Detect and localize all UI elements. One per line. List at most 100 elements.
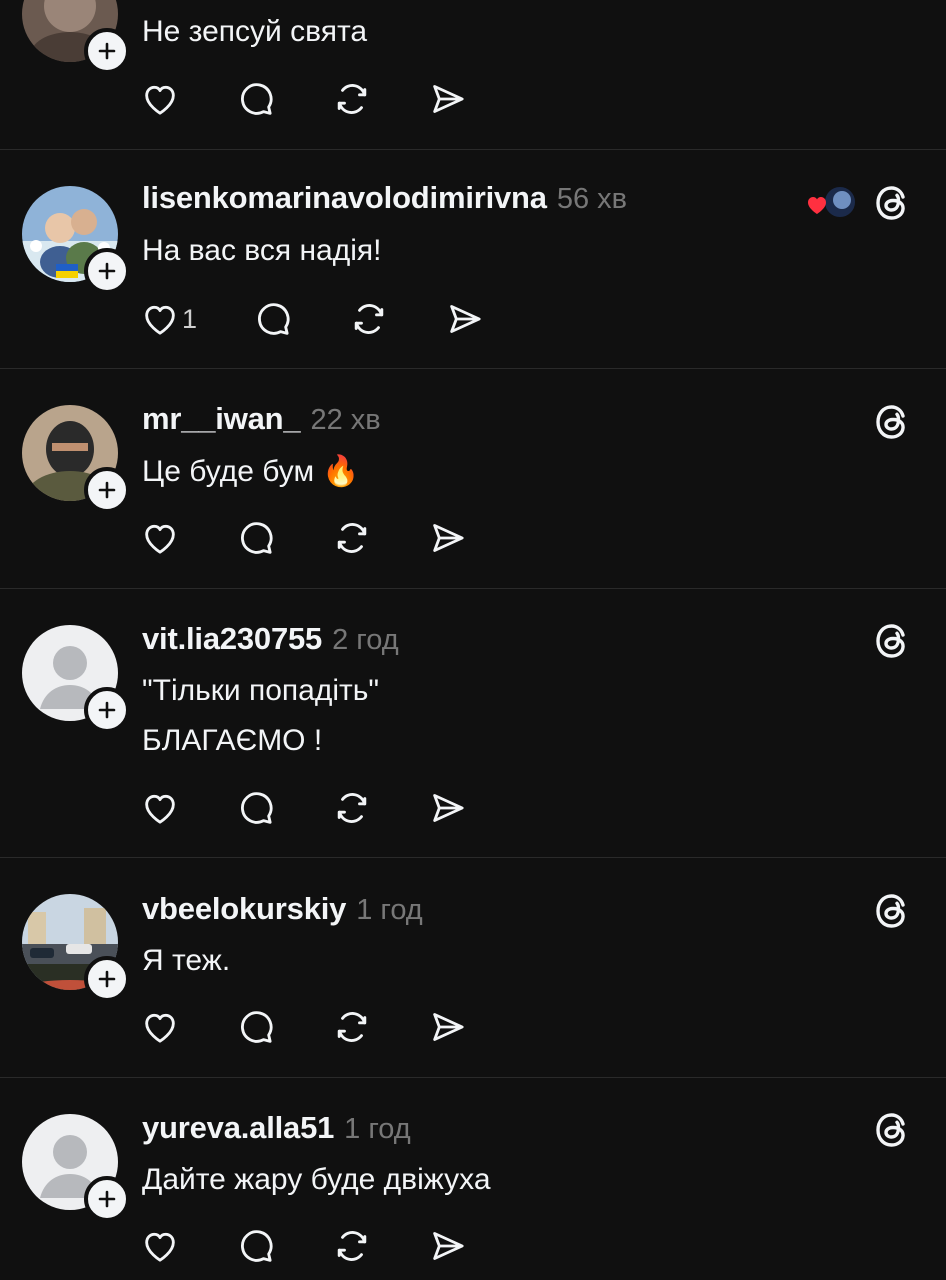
speech-bubble-icon bbox=[236, 1226, 276, 1266]
like-count: 1 bbox=[182, 303, 198, 334]
repost-button[interactable] bbox=[332, 788, 372, 828]
paper-plane-icon bbox=[445, 299, 485, 339]
post-text-line: "Тільки попадіть" bbox=[142, 674, 380, 707]
post-text: Я теж. bbox=[142, 944, 231, 977]
like-button[interactable] bbox=[140, 788, 180, 828]
share-button[interactable] bbox=[428, 1226, 468, 1266]
post-text: Це буде бум 🔥 bbox=[142, 455, 360, 488]
post-text-line: БЛАГАЄМО ! bbox=[142, 724, 323, 757]
timestamp: 1 год bbox=[344, 1113, 411, 1145]
like-button[interactable] bbox=[140, 79, 180, 119]
follow-plus-icon[interactable] bbox=[84, 956, 130, 1002]
divider bbox=[0, 588, 946, 589]
repost-icon bbox=[332, 1226, 372, 1266]
repost-icon bbox=[349, 299, 389, 339]
timestamp: 1 год bbox=[356, 894, 423, 926]
avatar[interactable] bbox=[22, 405, 130, 513]
post-actions bbox=[140, 1224, 524, 1268]
repost-button[interactable] bbox=[332, 79, 372, 119]
speech-bubble-icon bbox=[236, 518, 276, 558]
post-header: lisenkomarinavolodimirivna 56 хв bbox=[142, 180, 627, 220]
timestamp: 22 хв bbox=[310, 404, 381, 436]
paper-plane-icon bbox=[428, 518, 468, 558]
reply-button[interactable] bbox=[236, 1007, 276, 1047]
post-text: На вас вся надія! bbox=[142, 234, 382, 267]
post-header: mr__iwan_ 22 хв bbox=[142, 401, 381, 441]
post-actions bbox=[140, 77, 524, 121]
repost-button[interactable] bbox=[332, 1226, 372, 1266]
heart-icon bbox=[140, 788, 180, 828]
avatar[interactable] bbox=[22, 0, 130, 74]
like-button[interactable] bbox=[140, 518, 180, 558]
post-header: yureva.alla51 1 год bbox=[142, 1110, 411, 1150]
username[interactable]: vit.lia230755 bbox=[142, 621, 322, 657]
share-button[interactable] bbox=[445, 299, 485, 339]
post-header: vbeelokurskiy 1 год bbox=[142, 891, 423, 931]
paper-plane-icon bbox=[428, 788, 468, 828]
reply-button[interactable] bbox=[236, 518, 276, 558]
speech-bubble-icon bbox=[236, 1007, 276, 1047]
divider bbox=[0, 857, 946, 858]
post-actions bbox=[140, 786, 524, 830]
avatar[interactable] bbox=[22, 894, 130, 1002]
follow-plus-icon[interactable] bbox=[84, 28, 130, 74]
reply-button[interactable] bbox=[236, 1226, 276, 1266]
avatar[interactable] bbox=[22, 625, 130, 733]
repost-button[interactable] bbox=[332, 1007, 372, 1047]
repost-button[interactable] bbox=[349, 299, 389, 339]
username[interactable]: mr__iwan_ bbox=[142, 401, 301, 437]
repost-icon bbox=[332, 1007, 372, 1047]
threads-logo-icon[interactable] bbox=[872, 402, 912, 442]
reply-button[interactable] bbox=[236, 79, 276, 119]
repost-icon bbox=[332, 79, 372, 119]
timestamp: 56 хв bbox=[556, 183, 628, 215]
share-button[interactable] bbox=[428, 518, 468, 558]
post-actions bbox=[140, 1005, 524, 1049]
post-text: Дайте жару буде двіжуха bbox=[142, 1163, 491, 1196]
liked-by-avatars bbox=[806, 184, 858, 220]
heart-icon bbox=[140, 79, 180, 119]
repost-icon bbox=[332, 788, 372, 828]
speech-bubble-icon bbox=[253, 299, 293, 339]
heart-icon bbox=[140, 1007, 180, 1047]
post-actions bbox=[140, 516, 524, 560]
repost-icon bbox=[332, 518, 372, 558]
username[interactable]: lisenkomarinavolodimirivna bbox=[142, 180, 547, 216]
avatar[interactable] bbox=[22, 1114, 130, 1222]
like-button[interactable] bbox=[140, 1007, 180, 1047]
share-button[interactable] bbox=[428, 79, 468, 119]
username[interactable]: vbeelokurskiy bbox=[142, 891, 346, 927]
like-button[interactable]: 1 bbox=[140, 299, 197, 339]
speech-bubble-icon bbox=[236, 788, 276, 828]
heart-icon bbox=[140, 299, 180, 339]
heart-icon bbox=[140, 1226, 180, 1266]
post-text: Не зепсуй свята bbox=[142, 15, 368, 48]
post-actions: 1 bbox=[140, 297, 541, 341]
share-button[interactable] bbox=[428, 1007, 468, 1047]
reply-button[interactable] bbox=[236, 788, 276, 828]
paper-plane-icon bbox=[428, 1007, 468, 1047]
threads-logo-icon[interactable] bbox=[872, 1110, 912, 1150]
post-text: "Тільки попадіть" БЛАГАЄМО ! bbox=[142, 666, 379, 766]
timestamp: 2 год bbox=[332, 624, 399, 656]
username[interactable]: yureva.alla51 bbox=[142, 1110, 334, 1146]
threads-logo-icon[interactable] bbox=[872, 183, 912, 223]
paper-plane-icon bbox=[428, 1226, 468, 1266]
follow-plus-icon[interactable] bbox=[84, 467, 130, 513]
follow-plus-icon[interactable] bbox=[84, 687, 130, 733]
reply-button[interactable] bbox=[253, 299, 293, 339]
threads-logo-icon[interactable] bbox=[872, 621, 912, 661]
avatar[interactable] bbox=[22, 186, 130, 294]
heart-icon bbox=[808, 197, 826, 214]
share-button[interactable] bbox=[428, 788, 468, 828]
post-header: vit.lia230755 2 год bbox=[142, 621, 399, 661]
follow-plus-icon[interactable] bbox=[84, 248, 130, 294]
repost-button[interactable] bbox=[332, 518, 372, 558]
divider bbox=[0, 149, 946, 150]
divider bbox=[0, 368, 946, 369]
threads-logo-icon[interactable] bbox=[872, 891, 912, 931]
like-button[interactable] bbox=[140, 1226, 180, 1266]
divider bbox=[0, 1077, 946, 1078]
speech-bubble-icon bbox=[236, 79, 276, 119]
follow-plus-icon[interactable] bbox=[84, 1176, 130, 1222]
